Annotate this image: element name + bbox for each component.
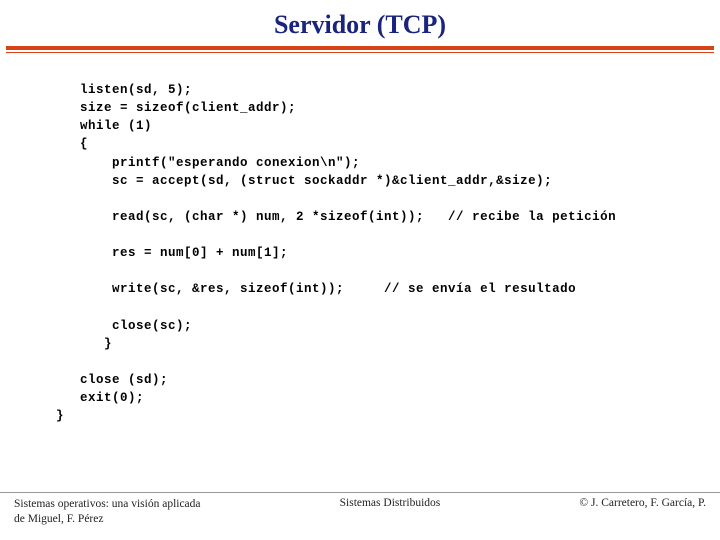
footer-left-line2: de Miguel, F. Pérez xyxy=(14,513,103,525)
footer-center: Sistemas Distribuidos xyxy=(340,497,441,509)
footer-inner: Sistemas operativos: una visión aplicada… xyxy=(0,497,720,526)
footer: Sistemas operativos: una visión aplicada… xyxy=(0,492,720,526)
footer-left-line1: Sistemas operativos: una visión aplicada xyxy=(14,498,201,510)
footer-left: Sistemas operativos: una visión aplicada… xyxy=(14,497,201,526)
slide: Servidor (TCP) listen(sd, 5); size = siz… xyxy=(0,0,720,540)
title-rule-thin xyxy=(6,52,714,53)
slide-title: Servidor (TCP) xyxy=(0,0,720,46)
code-block: listen(sd, 5); size = sizeof(client_addr… xyxy=(56,81,720,425)
footer-right: © J. Carretero, F. García, P. xyxy=(579,497,706,509)
title-rule-thick xyxy=(6,46,714,50)
